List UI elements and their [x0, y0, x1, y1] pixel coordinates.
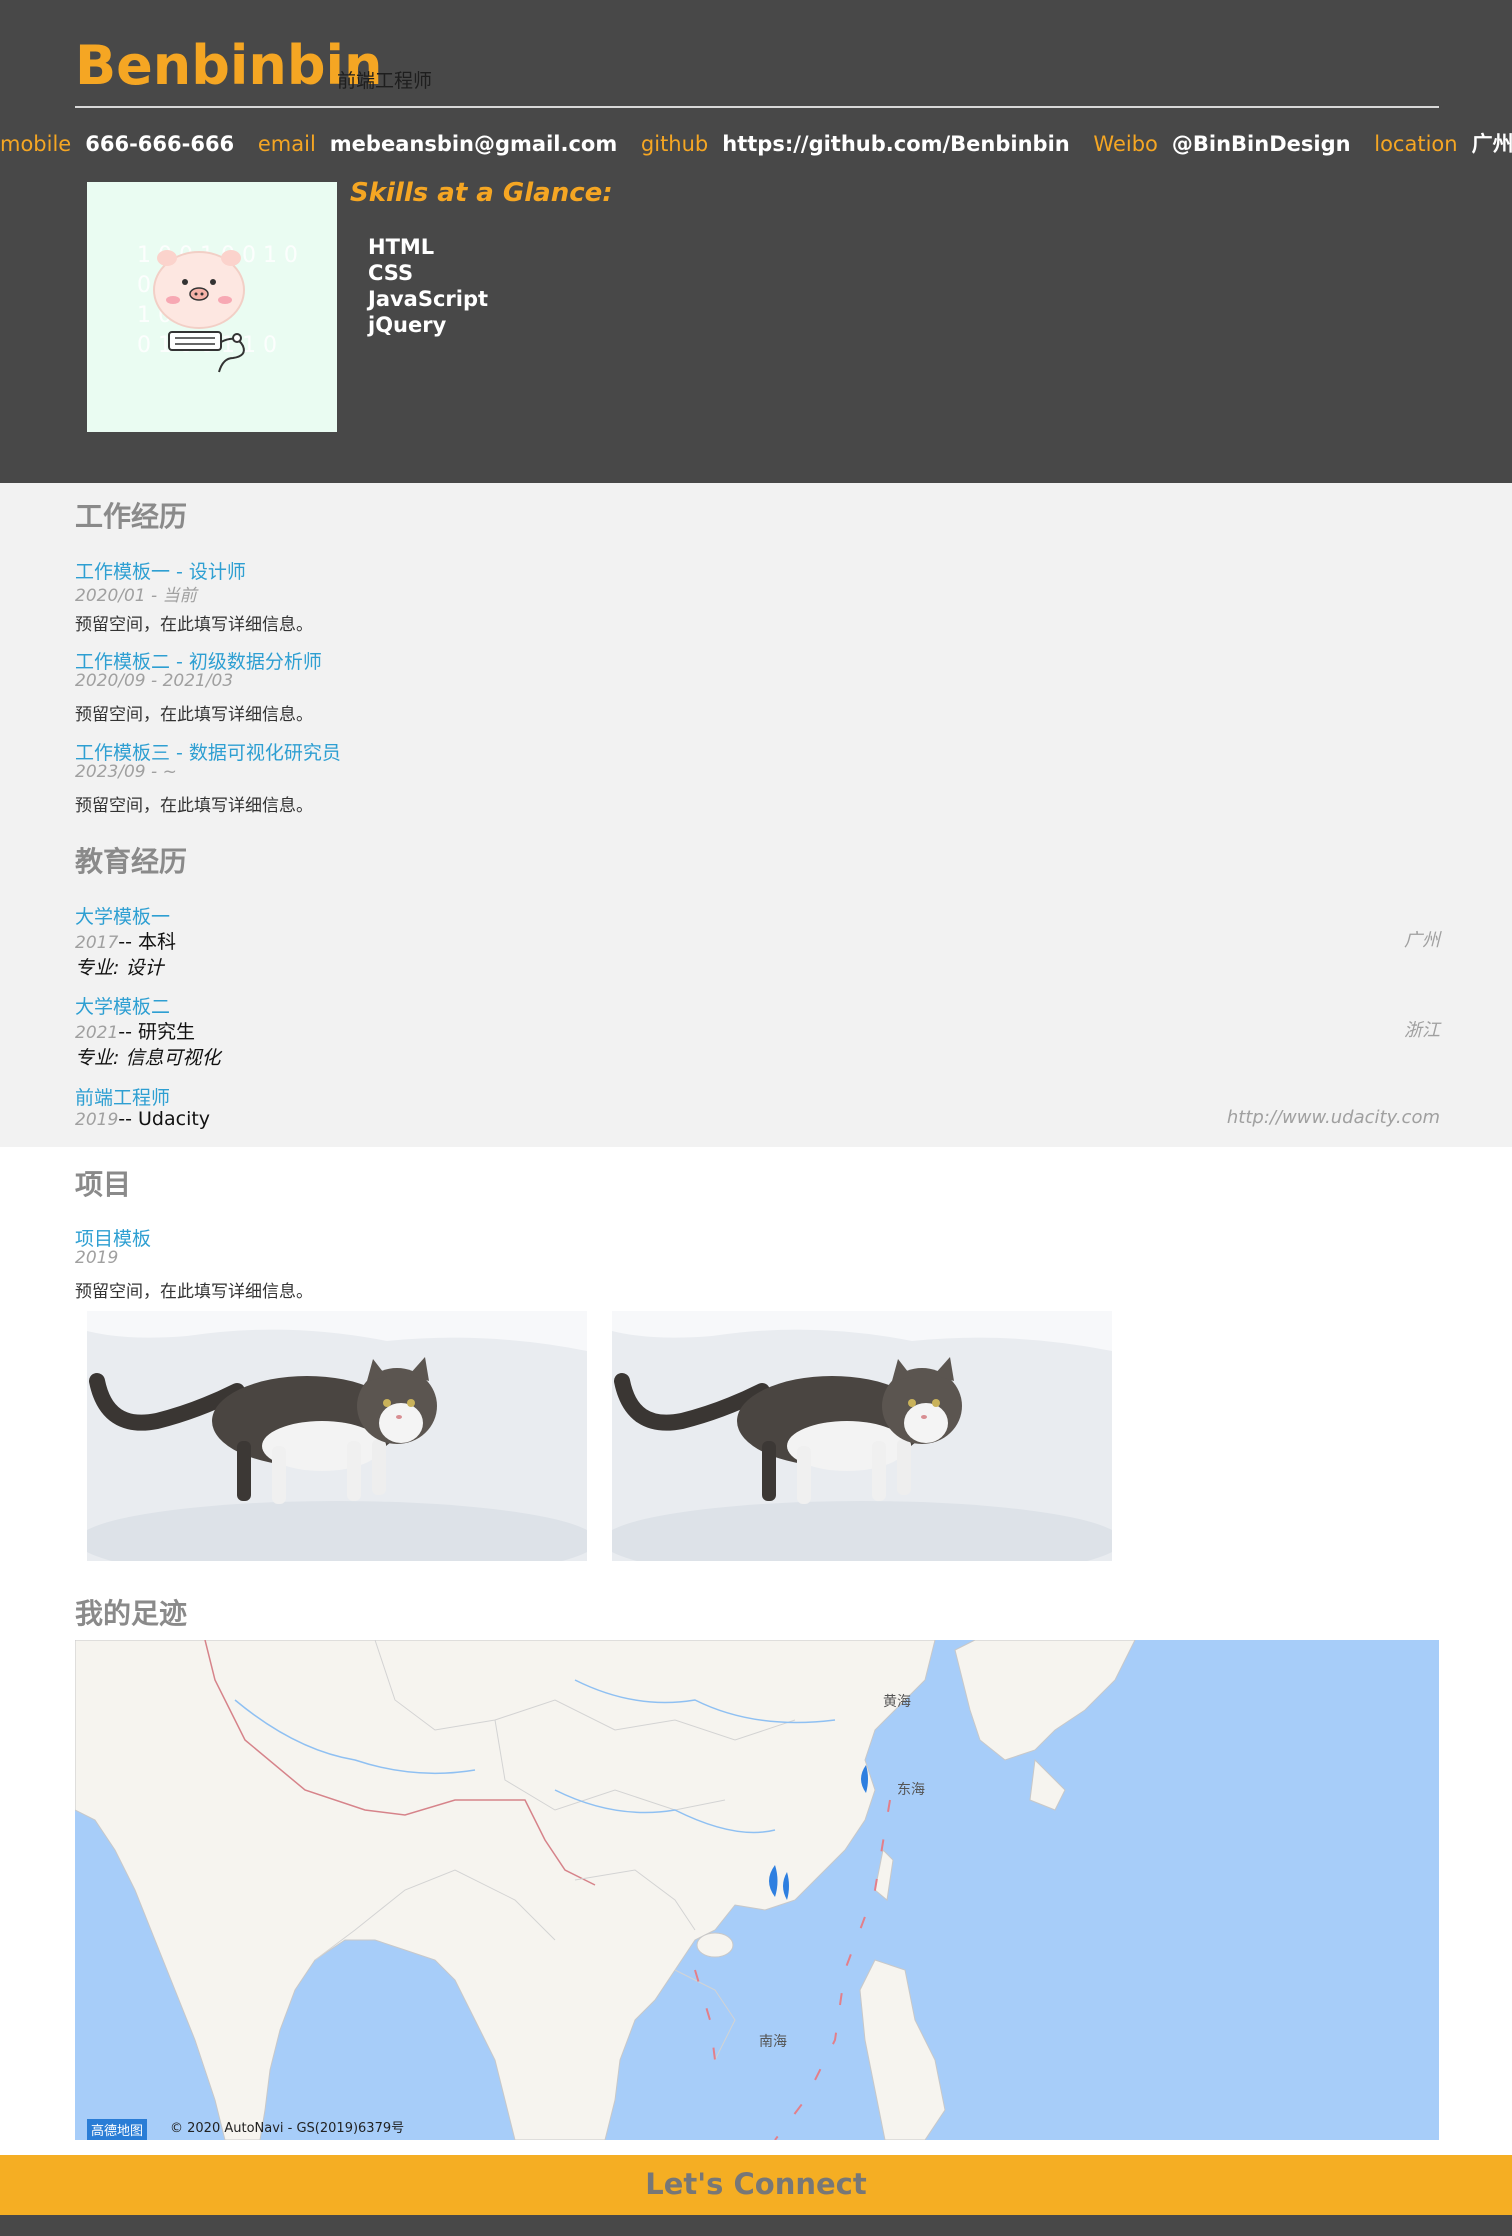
education-school[interactable]: 大学模板二 [75, 992, 170, 1019]
header: Benbinbin 前端工程师 mobile 666-666-666 email m… [0, 0, 1512, 483]
contact-location-value: 广州 [1471, 132, 1512, 156]
education-degree: -- 本科 [118, 931, 177, 953]
education-year: 2021 [75, 1023, 119, 1043]
contact-weibo-key: Weibo [1093, 132, 1158, 156]
education-section-title: 教育经历 [75, 845, 188, 878]
projects-section-title: 项目 [75, 1168, 132, 1201]
project-entry-date: 2019 [75, 1248, 119, 1268]
education-year-line: 2019-- Udacity [75, 1108, 210, 1130]
education-degree: -- 研究生 [118, 1021, 196, 1043]
education-year: 2019 [75, 1110, 119, 1130]
work-entry-date: 2023/09 - ~ [75, 762, 177, 782]
footprint-map[interactable]: 黄海 东海 南海 高德地图 © 2020 AutoNavi - GS(2019)… [75, 1640, 1439, 2140]
contact-email-key: email [257, 132, 316, 156]
contact-email-value[interactable]: mebeansbin@gmail.com [330, 132, 617, 156]
skill-item: CSS [368, 261, 414, 285]
map-label-east-sea: 东海 [897, 1782, 925, 1798]
education-location: 广州 [1404, 930, 1440, 951]
map-credit: © 2020 AutoNavi - GS(2019)6379号 [170, 2121, 405, 2136]
education-degree: -- Udacity [118, 1108, 211, 1130]
job-role: 前端工程师 [337, 70, 433, 92]
map-label-yellow-sea: 黄海 [883, 1693, 911, 1710]
education-location: 浙江 [1404, 1020, 1440, 1041]
footer-bar: Let's Connect [0, 2155, 1512, 2215]
skill-item: HTML [368, 235, 435, 259]
project-image-cat [87, 1311, 587, 1561]
work-entry-title[interactable]: 工作模板三 - 数据可视化研究员 [75, 738, 341, 765]
footer-title: Let's Connect [645, 2167, 867, 2201]
education-school[interactable]: 前端工程师 [75, 1083, 170, 1110]
header-divider [75, 106, 1439, 108]
contact-bar: mobile 666-666-666 email mebeansbin@gmail.… [0, 128, 1512, 158]
work-section-title: 工作经历 [75, 500, 188, 533]
experience-section: 工作经历 工作模板一 - 设计师 2020/01 - 当前 预留空间，在此填写详… [0, 483, 1512, 1147]
work-entry-title[interactable]: 工作模板二 - 初级数据分析师 [75, 647, 322, 674]
skills-title: Skills at a Glance: [350, 178, 613, 208]
contact-weibo-value[interactable]: @BinBinDesign [1172, 132, 1351, 156]
education-major: 专业: 设计 [75, 957, 164, 979]
skills-list: HTML CSS JavaScript jQuery [368, 234, 488, 338]
map-section-title: 我的足迹 [75, 1597, 188, 1630]
work-entry-date: 2020/09 - 2021/03 [75, 671, 234, 691]
education-year-line: 2017-- 本科 [75, 927, 176, 954]
education-school[interactable]: 大学模板一 [75, 902, 170, 929]
map-label-south-sea: 南海 [759, 2034, 787, 2050]
work-entry-desc: 预留空间，在此填写详细信息。 [75, 705, 313, 725]
avatar: 1 0 0 1 0 0 1 0 0 1 1 0 1 1 0 1 0 0 1 0 … [87, 182, 337, 432]
education-location-link[interactable]: http://www.udacity.com [1227, 1107, 1440, 1128]
contact-mobile-value[interactable]: 666-666-666 [85, 132, 234, 156]
contact-github-key: github [640, 132, 709, 156]
project-entry-title[interactable]: 项目模板 [75, 1224, 151, 1251]
work-entry-title[interactable]: 工作模板一 - 设计师 [75, 557, 246, 584]
project-entry-desc: 预留空间，在此填写详细信息。 [75, 1282, 313, 1302]
amap-logo[interactable]: 高德地图 [87, 2119, 148, 2140]
education-year: 2017 [75, 933, 119, 953]
footer-bottom [0, 2215, 1512, 2236]
education-major: 专业: 信息可视化 [75, 1047, 221, 1069]
work-entry-desc: 预留空间，在此填写详细信息。 [75, 796, 313, 816]
map-canvas: 黄海 东海 南海 [75, 1640, 1439, 2140]
skill-item: jQuery [368, 313, 447, 337]
pig-avatar-illustration: 1 0 0 1 0 0 1 0 0 1 1 0 1 1 0 1 0 0 1 0 … [137, 243, 298, 373]
skill-item: JavaScript [368, 287, 489, 311]
project-image-cat [612, 1311, 1112, 1561]
contact-mobile-key: mobile [0, 132, 72, 156]
work-entry-desc: 预留空间，在此填写详细信息。 [75, 615, 313, 635]
contact-location-key: location [1374, 132, 1458, 156]
work-entry-date: 2020/01 - 当前 [75, 586, 197, 606]
contact-github-value[interactable]: https://github.com/Benbinbin [722, 132, 1069, 156]
education-year-line: 2021-- 研究生 [75, 1017, 195, 1044]
